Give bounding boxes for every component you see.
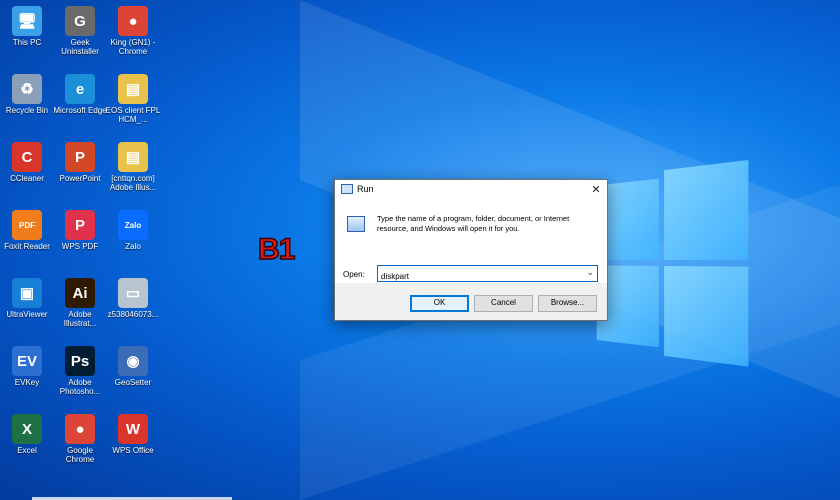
browse-button[interactable]: Browse... bbox=[538, 295, 597, 312]
desktop-icon-label: Geek Uninstaller bbox=[61, 38, 99, 56]
desktop-icon[interactable]: Zalo Zalo bbox=[105, 210, 161, 251]
excel-icon: X bbox=[12, 414, 42, 444]
desktop-icon-label: Foxit Reader bbox=[4, 242, 50, 251]
desktop-icon[interactable]: ◉ GeoSetter bbox=[105, 346, 161, 387]
run-dialog-titlebar[interactable]: Run ✕ bbox=[335, 180, 607, 198]
run-dialog-footer: OK Cancel Browse... bbox=[335, 283, 607, 320]
desktop-icon-label: UltraViewer bbox=[6, 310, 48, 319]
desktop-icon[interactable]: ● Google Chrome bbox=[52, 414, 108, 464]
desktop-icon-label: [cnttqn.com] Adobe Illus... bbox=[109, 174, 157, 192]
desktop-icon-label: King (GN1) - Chrome bbox=[110, 38, 156, 56]
desktop-icon[interactable]: ♻ Recycle Bin bbox=[0, 74, 55, 115]
this-pc-icon: 🖥 bbox=[12, 6, 42, 36]
desktop-icon-label: CCleaner bbox=[10, 174, 44, 183]
desktop-icon-label: PowerPoint bbox=[59, 174, 101, 183]
open-combobox[interactable]: ⌄ bbox=[377, 265, 598, 283]
desktop-icon[interactable]: PDF Foxit Reader bbox=[0, 210, 55, 251]
run-program-icon bbox=[347, 216, 365, 232]
chrome-icon: ● bbox=[65, 414, 95, 444]
desktop-icon-label: Recycle Bin bbox=[5, 106, 49, 115]
desktop-icon-label: Adobe Illustrat... bbox=[63, 310, 97, 328]
desktop-icon-label: z538046073... bbox=[107, 310, 159, 319]
image-file-icon: ▭ bbox=[118, 278, 148, 308]
desktop-icon-label: This PC bbox=[12, 38, 42, 47]
desktop-icon-label: GeoSetter bbox=[114, 378, 152, 387]
desktop-icon[interactable]: C CCleaner bbox=[0, 142, 55, 183]
desktop-icon-label: EVKey bbox=[14, 378, 40, 387]
desktop-icon-label: Microsoft Edge bbox=[53, 106, 107, 115]
wps-office-icon: W bbox=[118, 414, 148, 444]
desktop-icon-label: EOS client FPL HCM_... bbox=[105, 106, 161, 124]
ok-button[interactable]: OK bbox=[410, 295, 469, 312]
desktop-icon[interactable]: Ps Adobe Photosho... bbox=[52, 346, 108, 396]
close-icon[interactable]: ✕ bbox=[585, 183, 607, 196]
illustrator-icon: Ai bbox=[65, 278, 95, 308]
desktop-icon[interactable]: ▤ EOS client FPL HCM_... bbox=[105, 74, 161, 124]
run-dialog-body: Type the name of a program, folder, docu… bbox=[335, 198, 607, 283]
desktop-icon[interactable]: W WPS Office bbox=[105, 414, 161, 455]
desktop-icon[interactable]: G Geek Uninstaller bbox=[52, 6, 108, 56]
desktop-icon[interactable]: Ai Adobe Illustrat... bbox=[52, 278, 108, 328]
desktop-icon-label: Adobe Photosho... bbox=[59, 378, 101, 396]
open-label: Open: bbox=[343, 270, 365, 279]
desktop-icon[interactable]: P WPS PDF bbox=[52, 210, 108, 251]
ccleaner-icon: C bbox=[12, 142, 42, 172]
desktop-icon-label: WPS Office bbox=[112, 446, 154, 455]
desktop-icon-label: Google Chrome bbox=[65, 446, 95, 464]
desktop: 🖥 This PC G Geek Uninstaller ● King (GN1) - C… bbox=[0, 0, 840, 500]
desktop-icon[interactable]: ● King (GN1) - Chrome bbox=[105, 6, 161, 56]
run-dialog-title: Run bbox=[357, 184, 374, 194]
recycle-bin-icon: ♻ bbox=[12, 74, 42, 104]
ultraviewer-icon: ▣ bbox=[12, 278, 42, 308]
desktop-icon[interactable]: ▤ [cnttqn.com] Adobe Illus... bbox=[105, 142, 161, 192]
geek-uninstaller-icon: G bbox=[65, 6, 95, 36]
run-description: Type the name of a program, folder, docu… bbox=[377, 214, 570, 233]
desktop-icon[interactable]: P PowerPoint bbox=[52, 142, 108, 183]
desktop-icon-label: Zalo bbox=[125, 242, 141, 251]
windows-logo bbox=[596, 160, 749, 367]
folder-icon: ▤ bbox=[118, 142, 148, 172]
step-annotation: B1 bbox=[257, 232, 296, 267]
run-app-icon bbox=[341, 184, 353, 194]
desktop-icon[interactable]: 🖥 This PC bbox=[0, 6, 55, 47]
chrome-icon: ● bbox=[118, 6, 148, 36]
desktop-icon-label: Excel bbox=[17, 446, 37, 455]
run-dialog: Run ✕ Type the name of a program, folder… bbox=[334, 179, 608, 321]
foxit-reader-icon: PDF bbox=[12, 210, 42, 240]
zalo-icon: Zalo bbox=[118, 210, 148, 240]
cancel-button[interactable]: Cancel bbox=[474, 295, 533, 312]
photoshop-icon: Ps bbox=[65, 346, 95, 376]
desktop-icon[interactable]: e Microsoft Edge bbox=[52, 74, 108, 115]
edge-icon: e bbox=[65, 74, 95, 104]
folder-icon: ▤ bbox=[118, 74, 148, 104]
evkey-icon: EV bbox=[12, 346, 42, 376]
desktop-icon[interactable]: X Excel bbox=[0, 414, 55, 455]
open-input[interactable] bbox=[378, 270, 577, 283]
desktop-icon[interactable]: EV EVKey bbox=[0, 346, 55, 387]
desktop-icon[interactable]: ▭ z538046073... bbox=[105, 278, 161, 319]
powerpoint-icon: P bbox=[65, 142, 95, 172]
chevron-down-icon[interactable]: ⌄ bbox=[586, 267, 594, 278]
wps-pdf-icon: P bbox=[65, 210, 95, 240]
geosetter-icon: ◉ bbox=[118, 346, 148, 376]
desktop-icon-label: WPS PDF bbox=[61, 242, 99, 251]
desktop-icon[interactable]: ▣ UltraViewer bbox=[0, 278, 55, 319]
